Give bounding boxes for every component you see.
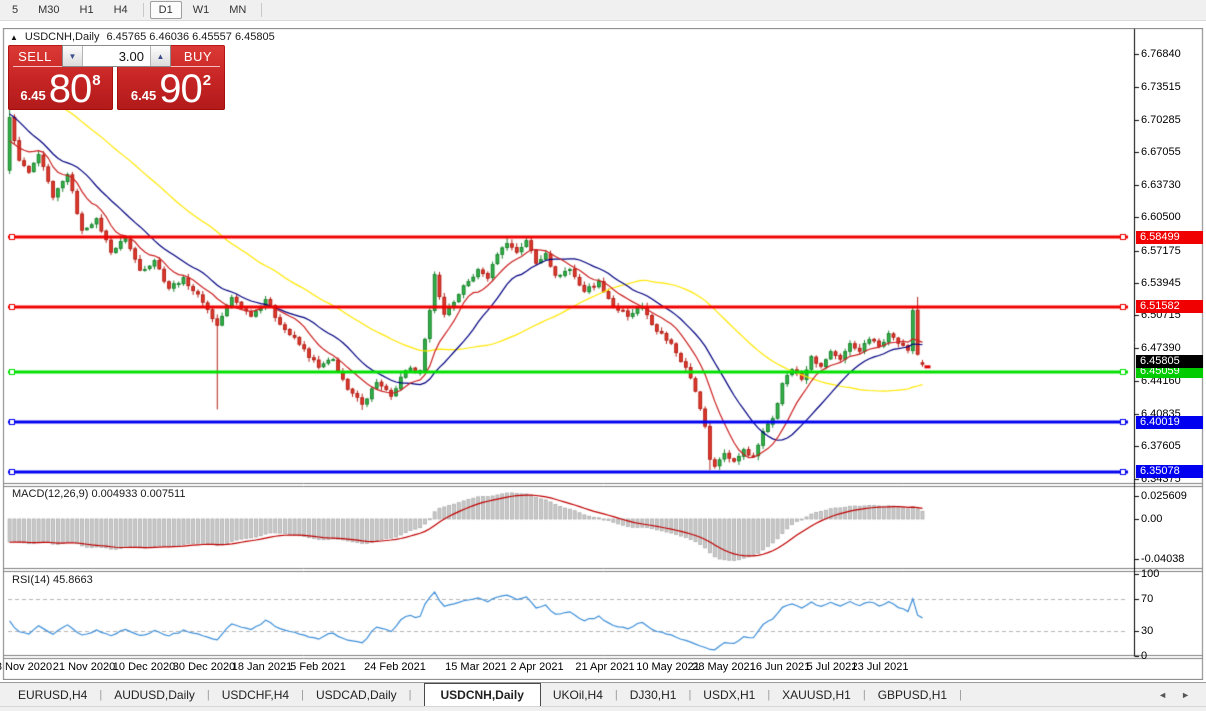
rsi-axis-tick: 0: [1141, 650, 1147, 662]
sell-price-button[interactable]: 6.45 80 8: [8, 67, 113, 110]
timeframe-button-h4[interactable]: H4: [105, 1, 137, 19]
macd-axis-tick: -0.04038: [1141, 553, 1184, 565]
time-axis-label: 18 Jan 2021: [232, 661, 293, 673]
chart-window: ▲ USDCNH,Daily 6.45765 6.46036 6.45557 6…: [0, 28, 1206, 680]
sell-price-sup: 8: [92, 72, 100, 89]
price-axis-tick: 6.76840: [1141, 48, 1181, 60]
timeframe-button-mn[interactable]: MN: [220, 1, 255, 19]
chart-symbol-label: USDCNH,Daily: [25, 31, 100, 43]
price-axis-tick: 6.60500: [1141, 211, 1181, 223]
time-axis-label: 5 Jul 2021: [807, 661, 858, 673]
chart-title: ▲ USDCNH,Daily 6.45765 6.46036 6.45557 6…: [10, 31, 275, 43]
rsi-axis-tick: 70: [1141, 593, 1153, 605]
time-axis-label: 2 Apr 2021: [510, 661, 563, 673]
chart-tab-ukoil-h4[interactable]: UKOil,H4: [547, 683, 624, 706]
buy-price-sup: 2: [203, 72, 211, 89]
level-price-badge: 6.40019: [1136, 416, 1203, 429]
time-axis-label: 24 Feb 2021: [364, 661, 426, 673]
volume-input[interactable]: 3.00: [83, 46, 150, 66]
tab-scroll-arrows: ◄►: [1158, 683, 1206, 706]
rsi-axis-tick: 30: [1141, 625, 1153, 637]
sell-price-prefix: 6.45: [20, 88, 45, 103]
chart-tab-usdcnh-daily[interactable]: USDCNH,Daily: [424, 683, 541, 706]
buy-button[interactable]: BUY: [171, 45, 225, 67]
tab-scroll-right-icon[interactable]: ►: [1181, 690, 1190, 700]
macd-axis-tick: 0.00: [1141, 513, 1162, 525]
sell-button[interactable]: SELL: [8, 45, 62, 67]
time-axis-label: 21 Nov 2020: [53, 661, 115, 673]
chart-tab-usdcad-daily[interactable]: USDCAD,Daily: [310, 683, 418, 706]
timeframe-button-w1[interactable]: W1: [184, 1, 219, 19]
level-price-badge: 6.58499: [1136, 231, 1203, 244]
timeframe-button-d1[interactable]: D1: [150, 1, 182, 19]
chart-tab-dj30-h1[interactable]: DJ30,H1: [624, 683, 698, 706]
level-price-badge: 6.51582: [1136, 300, 1203, 313]
chart-tab-audusd-daily[interactable]: AUDUSD,Daily: [108, 683, 216, 706]
chart-tab-usdx-h1[interactable]: USDX,H1: [697, 683, 776, 706]
price-axis-tick: 6.67055: [1141, 146, 1181, 158]
timeframe-button-m30[interactable]: M30: [29, 1, 68, 19]
toolbar-separator: [143, 3, 144, 17]
rsi-label: RSI(14) 45.8663: [12, 574, 93, 586]
volume-increase-icon[interactable]: ▲: [150, 46, 170, 66]
macd-label: MACD(12,26,9) 0.004933 0.007511: [12, 488, 185, 500]
time-axis-label: 30 Dec 2020: [173, 661, 235, 673]
sell-price-big: 80: [49, 69, 92, 109]
time-axis-label: 23 Jul 2021: [852, 661, 909, 673]
current-price-badge: 6.45805: [1136, 355, 1203, 368]
macd-axis-tick: 0.025609: [1141, 490, 1187, 502]
time-axis-label: 10 Dec 2020: [113, 661, 175, 673]
timeframe-button-5[interactable]: 5: [3, 1, 27, 19]
chart-tab-gbpusd-h1[interactable]: GBPUSD,H1: [872, 683, 968, 706]
bottom-strip: [0, 706, 1206, 711]
time-axis-label: 10 May 2021: [636, 661, 700, 673]
buy-price-button[interactable]: 6.45 90 2: [117, 67, 225, 110]
time-axis-label: 21 Apr 2021: [575, 661, 634, 673]
time-axis-label: 5 Feb 2021: [290, 661, 346, 673]
price-chart-canvas[interactable]: [0, 28, 1206, 680]
buy-price-big: 90: [159, 69, 202, 109]
level-price-badge: 6.35078: [1136, 465, 1203, 478]
price-axis-tick: 6.57175: [1141, 245, 1181, 257]
tab-scroll-left-icon[interactable]: ◄: [1158, 690, 1167, 700]
time-axis-label: 15 Mar 2021: [445, 661, 507, 673]
chart-ohlc-quote: 6.45765 6.46036 6.45557 6.45805: [106, 31, 274, 43]
volume-stepper: ▼ 3.00 ▲: [62, 45, 171, 67]
collapse-trade-panel-icon[interactable]: ▲: [10, 33, 18, 42]
chart-tab-xauusd-h1[interactable]: XAUUSD,H1: [776, 683, 872, 706]
chart-tab-bar: EURUSD,H4AUDUSD,DailyUSDCHF,H4USDCAD,Dai…: [0, 682, 1206, 706]
price-axis-tick: 6.73515: [1141, 81, 1181, 93]
volume-decrease-icon[interactable]: ▼: [63, 46, 83, 66]
time-axis-label: 3 Nov 2020: [0, 661, 52, 673]
one-click-trade-panel: SELL 6.45 80 8 BUY 6.45 90 2 ▼ 3.00 ▲: [8, 45, 225, 110]
chart-tab-usdchf-h4[interactable]: USDCHF,H4: [216, 683, 310, 706]
time-axis-label: 28 May 2021: [692, 661, 756, 673]
price-axis-tick: 6.37605: [1141, 440, 1181, 452]
price-axis-tick: 6.70285: [1141, 114, 1181, 126]
time-axis-label: 16 Jun 2021: [750, 661, 811, 673]
rsi-axis-tick: 100: [1141, 568, 1159, 580]
timeframe-button-h1[interactable]: H1: [71, 1, 103, 19]
chart-tab-eurusd-h4[interactable]: EURUSD,H4: [12, 683, 108, 706]
price-axis-tick: 6.63730: [1141, 179, 1181, 191]
price-axis-tick: 6.47390: [1141, 342, 1181, 354]
toolbar-separator: [261, 3, 262, 17]
price-axis-tick: 6.53945: [1141, 277, 1181, 289]
buy-price-prefix: 6.45: [131, 88, 156, 103]
timeframe-toolbar: 5M30H1H4 D1W1MN: [0, 0, 1206, 21]
